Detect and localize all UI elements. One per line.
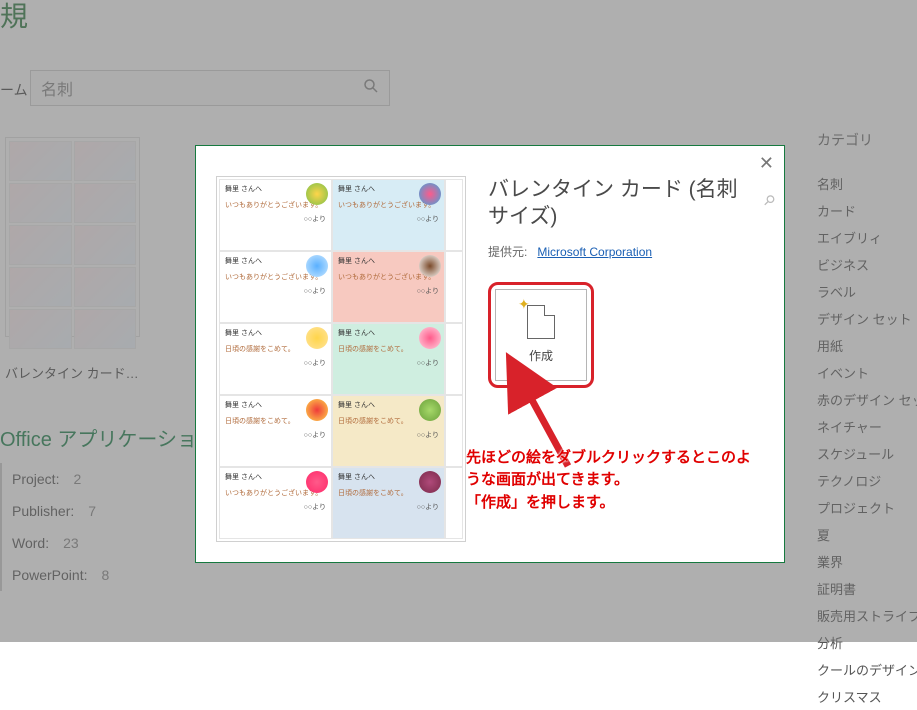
preview-card: 舞里 さんへ日頃の感謝をこめて。○○より xyxy=(219,323,332,395)
category-item[interactable]: プロジェクト xyxy=(817,494,917,521)
app-count: 2 xyxy=(73,471,81,487)
app-name: PowerPoint: xyxy=(12,567,87,583)
app-row[interactable]: Project: 2 xyxy=(0,463,119,495)
app-name: Publisher: xyxy=(12,503,74,519)
provider-label: 提供元: xyxy=(488,245,527,259)
template-thumbnail[interactable] xyxy=(5,137,140,337)
category-item[interactable]: 証明書 xyxy=(817,575,917,602)
app-count: 7 xyxy=(88,503,96,519)
apps-heading: Office アプリケーション xyxy=(0,423,217,452)
app-count: 8 xyxy=(101,567,109,583)
home-label: ーム xyxy=(0,80,28,100)
create-button[interactable]: 作成 xyxy=(495,289,587,381)
preview-card: 舞里 さんへいつもありがとうございます。○○より xyxy=(219,251,332,323)
category-item[interactable]: 夏 xyxy=(817,521,917,548)
template-preview-modal: ✕ ⚲ 舞里 さんへいつもありがとうございます。○○より舞里 さんへいつもありが… xyxy=(195,145,785,563)
template-details: バレンタイン カード (名刺サイズ) 提供元: Microsoft Corpor… xyxy=(466,176,764,542)
category-item[interactable]: ネイチャー xyxy=(817,413,917,440)
app-name: Word: xyxy=(12,535,49,551)
category-item[interactable]: 赤のデザイン セット xyxy=(817,386,917,413)
category-sidebar: カテゴリ 名刺カードエイブリィビジネスラベルデザイン セット用紙イベント赤のデザ… xyxy=(817,130,917,710)
preview-stub xyxy=(445,323,463,395)
new-document-icon xyxy=(527,305,555,339)
create-label: 作成 xyxy=(529,347,553,364)
category-item[interactable]: スケジュール xyxy=(817,440,917,467)
close-icon[interactable]: ✕ xyxy=(759,154,774,172)
category-item[interactable]: 業界 xyxy=(817,548,917,575)
preview-card: 舞里 さんへいつもありがとうございます。○○より xyxy=(332,251,445,323)
category-item[interactable]: カード xyxy=(817,197,917,224)
preview-stub xyxy=(445,251,463,323)
app-row[interactable]: PowerPoint: 8 xyxy=(0,559,119,591)
category-item[interactable]: 販売用ストライプの xyxy=(817,602,917,629)
app-name: Project: xyxy=(12,471,59,487)
preview-card: 舞里 さんへ日頃の感謝をこめて。○○より xyxy=(332,323,445,395)
page-title: 規 xyxy=(0,0,28,35)
sidebar-heading: カテゴリ xyxy=(817,130,917,150)
template-thumb-label: バレンタイン カード (… xyxy=(5,363,140,382)
preview-card: 舞里 さんへいつもありがとうございます。○○より xyxy=(219,179,332,251)
annotation-text: 先ほどの絵をダブルクリックするとこのような画面が出てきます。「作成」を押します。 xyxy=(466,447,758,515)
category-item[interactable]: テクノロジ xyxy=(817,467,917,494)
category-item[interactable]: 名刺 xyxy=(817,170,917,197)
category-item[interactable]: ビジネス xyxy=(817,251,917,278)
category-item[interactable]: 分析 xyxy=(817,629,917,656)
template-preview-image: 舞里 さんへいつもありがとうございます。○○より舞里 さんへいつもありがとうござ… xyxy=(216,176,466,542)
template-provider: 提供元: Microsoft Corporation xyxy=(488,243,764,260)
search-icon[interactable] xyxy=(363,78,379,99)
preview-stub xyxy=(445,179,463,251)
create-highlight-box: 作成 xyxy=(488,282,594,388)
preview-stub xyxy=(445,467,463,539)
category-item[interactable]: クリスマス xyxy=(817,683,917,710)
search-input[interactable]: 名刺 xyxy=(30,70,390,106)
category-item[interactable]: ラベル xyxy=(817,278,917,305)
category-item[interactable]: エイブリィ xyxy=(817,224,917,251)
preview-card: 舞里 さんへ日頃の感謝をこめて。○○より xyxy=(219,395,332,467)
category-item[interactable]: イベント xyxy=(817,359,917,386)
preview-card: 舞里 さんへ日頃の感謝をこめて。○○より xyxy=(332,395,445,467)
preview-card: 舞里 さんへいつもありがとうございます。○○より xyxy=(332,179,445,251)
app-count: 23 xyxy=(63,535,79,551)
provider-link[interactable]: Microsoft Corporation xyxy=(537,245,652,259)
category-item[interactable]: クールのデザイン セ xyxy=(817,656,917,683)
preview-stub xyxy=(445,395,463,467)
app-row[interactable]: Publisher: 7 xyxy=(0,495,119,527)
preview-card: 舞里 さんへいつもありがとうございます。○○より xyxy=(219,467,332,539)
app-row[interactable]: Word: 23 xyxy=(0,527,119,559)
category-item[interactable]: デザイン セット xyxy=(817,305,917,332)
template-title: バレンタイン カード (名刺サイズ) xyxy=(488,176,764,231)
search-value: 名刺 xyxy=(41,76,73,100)
category-item[interactable]: 用紙 xyxy=(817,332,917,359)
preview-card: 舞里 さんへ日頃の感謝をこめて。○○より xyxy=(332,467,445,539)
app-list: Project: 2 Publisher: 7 Word: 23 PowerPo… xyxy=(0,463,119,591)
